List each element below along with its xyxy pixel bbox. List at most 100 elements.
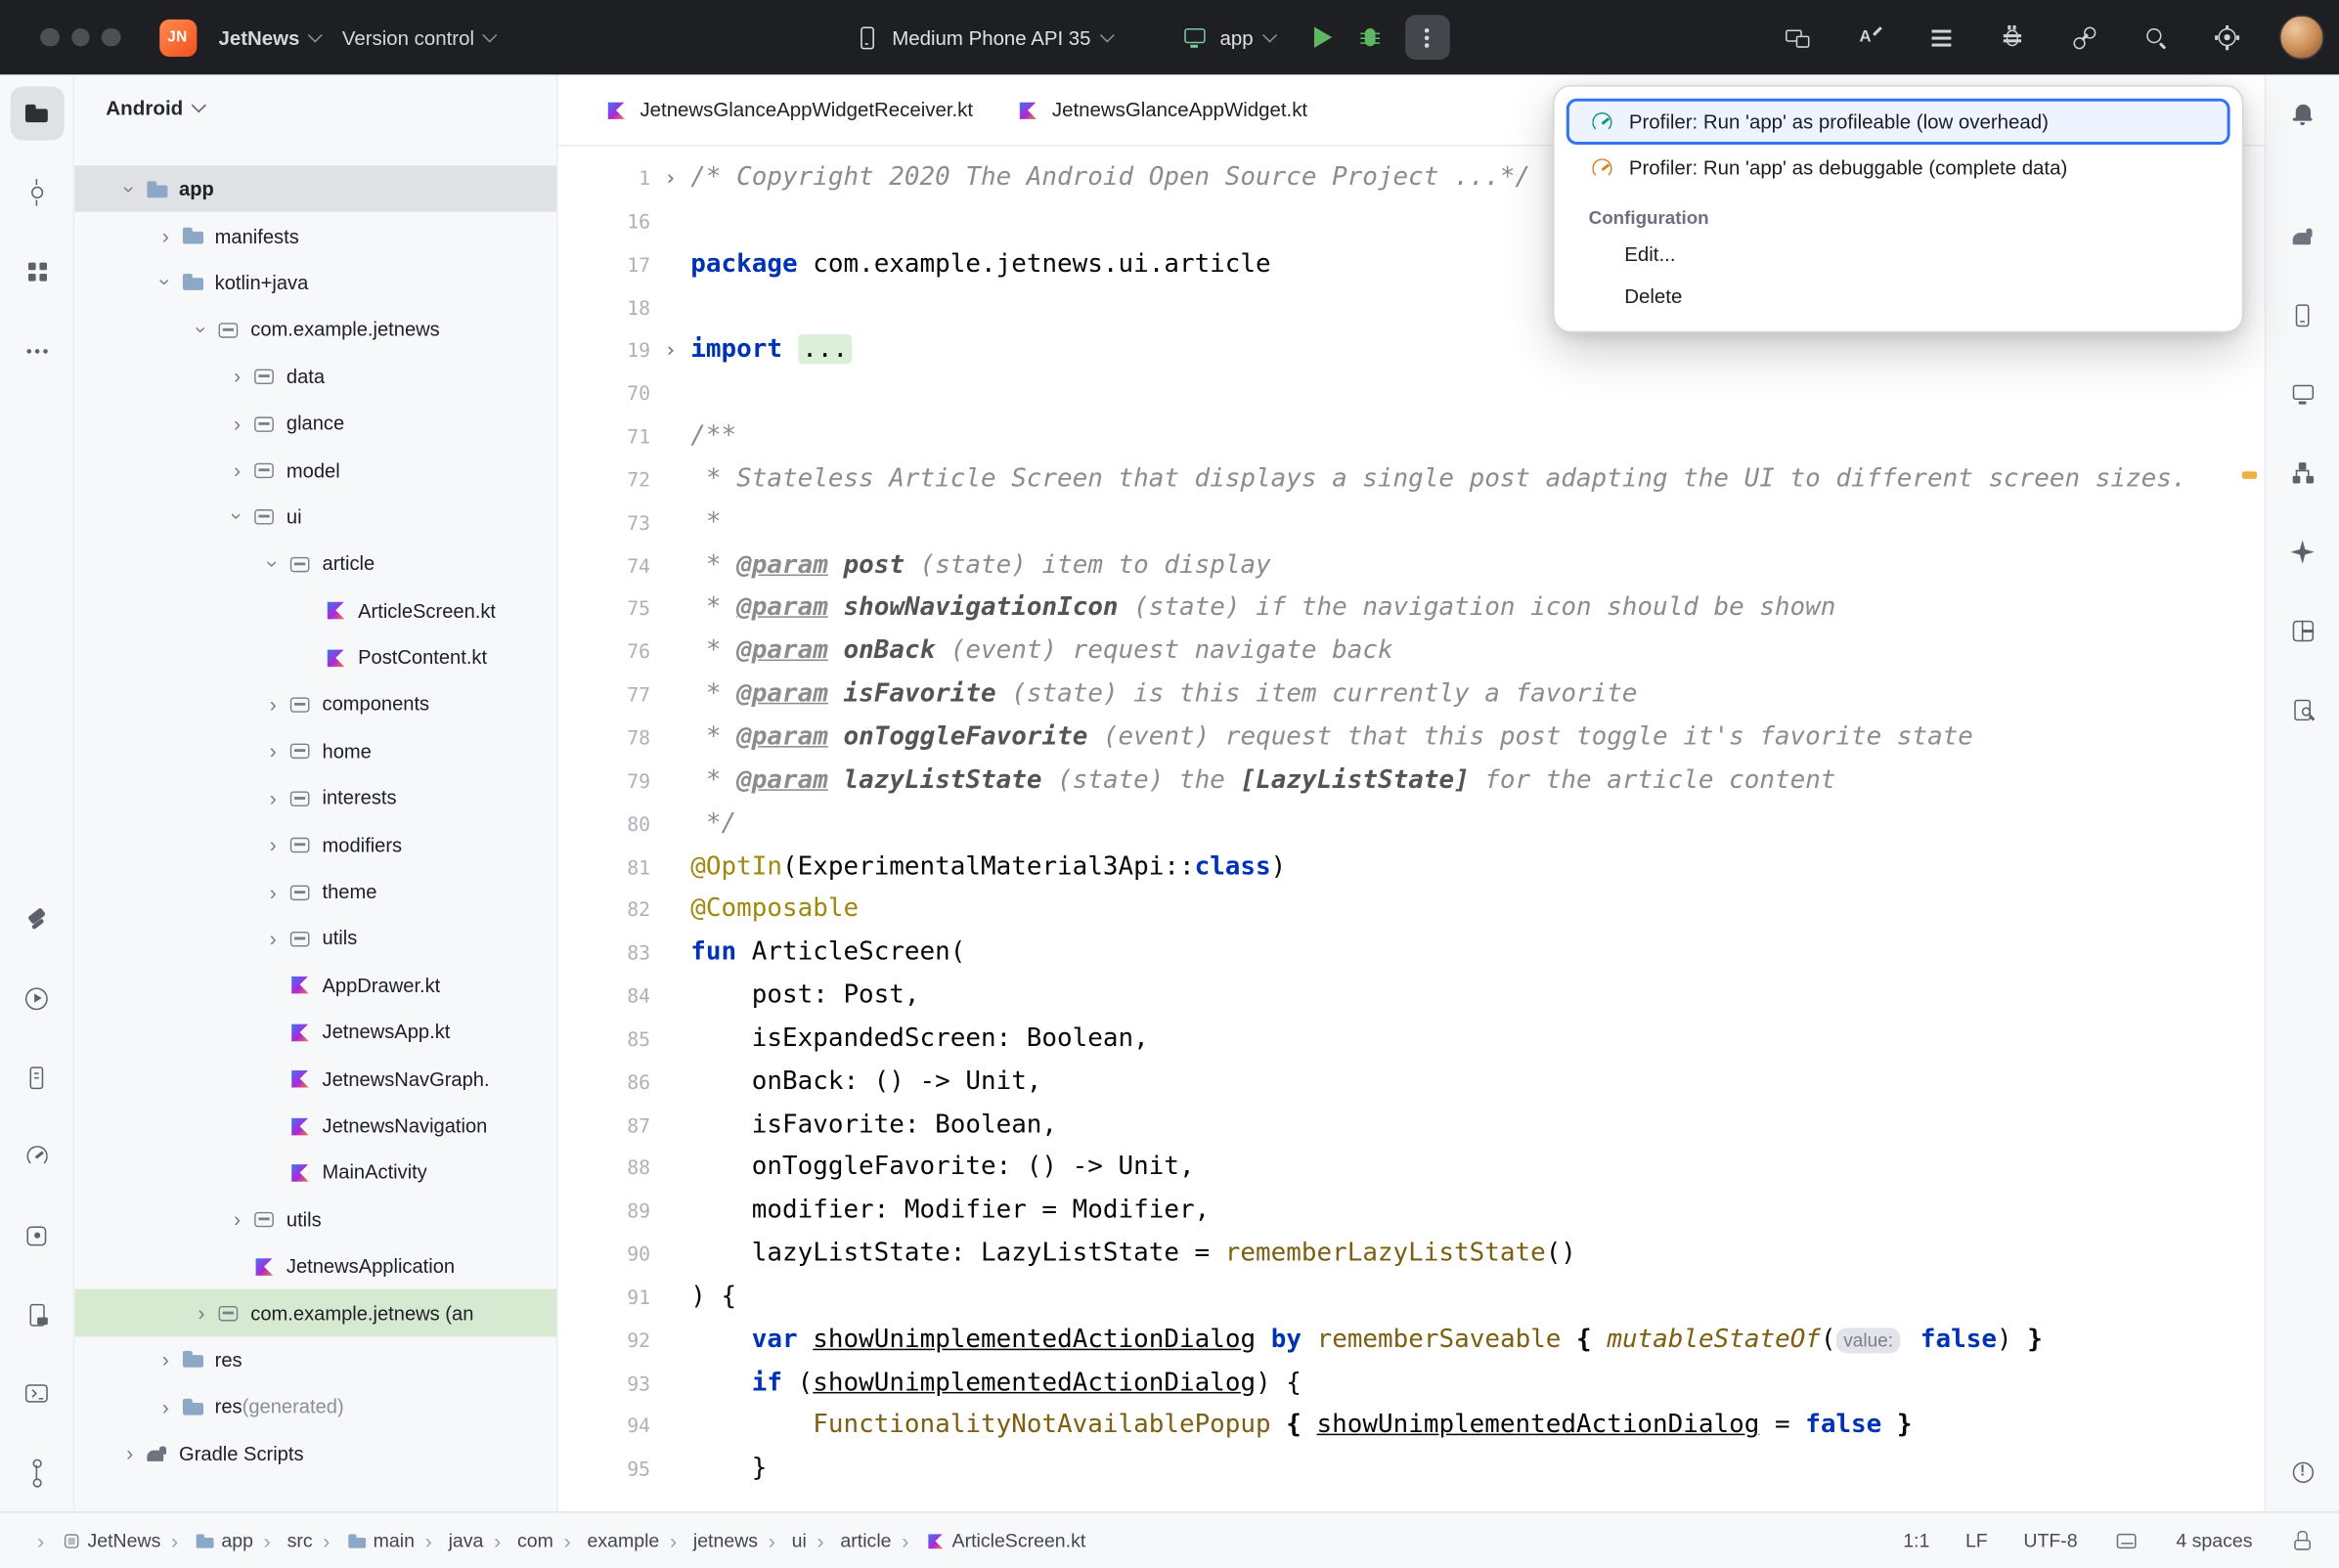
expand-chevron-icon[interactable] [224, 506, 250, 527]
structure-tool-button[interactable] [2275, 446, 2329, 500]
device-manager-button[interactable] [2275, 288, 2329, 342]
line-number[interactable]: 83 [558, 935, 651, 978]
project-menu[interactable]: JetNews [218, 26, 319, 49]
code-viewport[interactable]: 1›/* Copyright 2020 The Android Open Sou… [558, 147, 2265, 1511]
tree-item[interactable]: PostContent.kt [74, 633, 556, 680]
popup-menu-item[interactable]: Profiler: Run 'app' as profileable (low … [1567, 99, 2230, 145]
line-number[interactable]: 87 [558, 1107, 651, 1150]
breadcrumb-item[interactable]: › article [807, 1529, 892, 1552]
expand-chevron-icon[interactable] [259, 553, 286, 574]
expand-chevron-icon[interactable] [224, 413, 250, 433]
breadcrumb-item[interactable]: › app [160, 1527, 253, 1553]
code-line[interactable]: 87 isFavorite: Boolean, [558, 1104, 2265, 1147]
line-number[interactable]: 81 [558, 849, 651, 892]
line-number[interactable]: 74 [558, 546, 651, 589]
tree-item[interactable]: JetnewsNavGraph. [74, 1056, 556, 1103]
expand-chevron-icon[interactable] [153, 1349, 179, 1370]
run-tool-button[interactable] [10, 972, 64, 1025]
expand-chevron-icon[interactable] [259, 741, 286, 762]
code-line[interactable]: 81@OptIn(ExperimentalMaterial3Api::class… [558, 846, 2265, 889]
breadcrumb-item[interactable]: › main [313, 1527, 415, 1553]
code-line[interactable]: 94 FunctionalityNotAvailablePopup { show… [558, 1405, 2265, 1448]
line-number[interactable]: 95 [558, 1451, 651, 1494]
expand-chevron-icon[interactable] [259, 694, 286, 715]
line-number[interactable]: 88 [558, 1150, 651, 1193]
expand-chevron-icon[interactable] [153, 272, 179, 292]
line-number[interactable]: 76 [558, 633, 651, 676]
more-tool-windows-button[interactable] [10, 324, 64, 377]
code-line[interactable]: 74 * @param post (state) item to display [558, 544, 2265, 587]
code-line[interactable]: 92 var showUnimplementedActionDialog by … [558, 1319, 2265, 1362]
layout-inspector-button[interactable] [2275, 604, 2329, 658]
line-number[interactable]: 78 [558, 719, 651, 762]
gemini-button[interactable] [2275, 525, 2329, 579]
code-line[interactable]: 85 isExpandedScreen: Boolean, [558, 1018, 2265, 1061]
debug-button[interactable] [1358, 26, 1381, 49]
tree-item[interactable]: article [74, 541, 556, 588]
tree-item[interactable]: res (generated) [74, 1383, 556, 1430]
line-number[interactable]: 71 [558, 417, 651, 460]
expand-chevron-icon[interactable] [259, 881, 286, 901]
device-mirroring-button[interactable] [1781, 21, 1814, 54]
line-number[interactable]: 19 [558, 331, 651, 374]
code-line[interactable]: 72 * Stateless Article Screen that displ… [558, 457, 2265, 501]
code-line[interactable]: 80 */ [558, 803, 2265, 846]
code-line[interactable]: 77 * @param isFavorite (state) is this i… [558, 673, 2265, 716]
line-separator-widget[interactable]: LF [1965, 1529, 1988, 1551]
tree-item[interactable]: home [74, 727, 556, 774]
breadcrumb-item[interactable]: › example [553, 1529, 659, 1552]
code-line[interactable]: 90 lazyListState: LazyListState = rememb… [558, 1233, 2265, 1276]
profiler-tool-button[interactable] [10, 1129, 64, 1183]
vcs-menu[interactable]: Version control [342, 26, 495, 49]
assistant-button[interactable] [1853, 21, 1886, 54]
tree-item[interactable]: glance [74, 400, 556, 447]
line-number[interactable]: 18 [558, 288, 651, 331]
project-view-selector[interactable]: Android [74, 74, 556, 140]
code-line[interactable]: 83fun ArticleScreen( [558, 932, 2265, 975]
line-number[interactable]: 79 [558, 762, 651, 806]
line-number[interactable]: 93 [558, 1365, 651, 1408]
user-avatar[interactable] [2279, 15, 2324, 60]
notifications-button[interactable] [2275, 87, 2329, 141]
popup-menu-item[interactable]: Profiler: Run 'app' as debuggable (compl… [1567, 145, 2230, 191]
expand-chevron-icon[interactable] [188, 1302, 214, 1323]
fold-indicator-icon[interactable]: › [650, 158, 690, 201]
line-number[interactable]: 77 [558, 676, 651, 719]
encoding-widget[interactable]: UTF-8 [2023, 1529, 2077, 1551]
code-line[interactable]: 76 * @param onBack (event) request navig… [558, 630, 2265, 673]
tree-item[interactable]: manifests [74, 212, 556, 259]
settings-button[interactable] [2211, 21, 2244, 54]
code-line[interactable]: 75 * @param showNavigationIcon (state) i… [558, 587, 2265, 630]
expand-chevron-icon[interactable] [259, 834, 286, 854]
tree-item[interactable]: com.example.jetnews (an [74, 1289, 556, 1336]
tree-item[interactable]: ArticleScreen.kt [74, 588, 556, 634]
logcat-tool-button[interactable] [10, 1050, 64, 1104]
popup-action-item[interactable]: Delete [1567, 275, 2230, 317]
device-selector[interactable]: Medium Phone API 35 [854, 23, 1113, 50]
minimize-button[interactable] [70, 28, 89, 47]
checks-button[interactable] [1924, 21, 1958, 54]
tree-item[interactable]: res [74, 1336, 556, 1383]
line-number[interactable]: 1 [558, 159, 651, 202]
code-line[interactable]: 79 * @param lazyListState (state) the [L… [558, 760, 2265, 803]
tree-item[interactable]: app [74, 165, 556, 212]
code-editor[interactable]: 1›/* Copyright 2020 The Android Open Sou… [558, 156, 2265, 1491]
running-devices-button[interactable] [2275, 367, 2329, 420]
zoom-button[interactable] [102, 28, 120, 47]
gradle-tool-button[interactable] [2275, 209, 2329, 263]
expand-chevron-icon[interactable] [224, 1209, 250, 1230]
code-line[interactable]: 84 post: Post, [558, 975, 2265, 1018]
tree-item[interactable]: Gradle Scripts [74, 1430, 556, 1477]
tree-item[interactable]: JetnewsApplication [74, 1242, 556, 1289]
expand-chevron-icon[interactable] [224, 459, 250, 480]
status-widget-icon[interactable] [2113, 1527, 2140, 1553]
build-tool-button[interactable] [10, 893, 64, 946]
tree-item[interactable]: ui [74, 494, 556, 541]
indent-widget[interactable]: 4 spaces [2176, 1529, 2252, 1551]
line-number[interactable]: 92 [558, 1322, 651, 1365]
breadcrumb-item[interactable]: › java [415, 1529, 483, 1552]
line-number[interactable]: 80 [558, 806, 651, 849]
expand-chevron-icon[interactable] [259, 787, 286, 807]
breadcrumb-item[interactable]: › src [253, 1529, 313, 1552]
tree-item[interactable]: interests [74, 774, 556, 821]
